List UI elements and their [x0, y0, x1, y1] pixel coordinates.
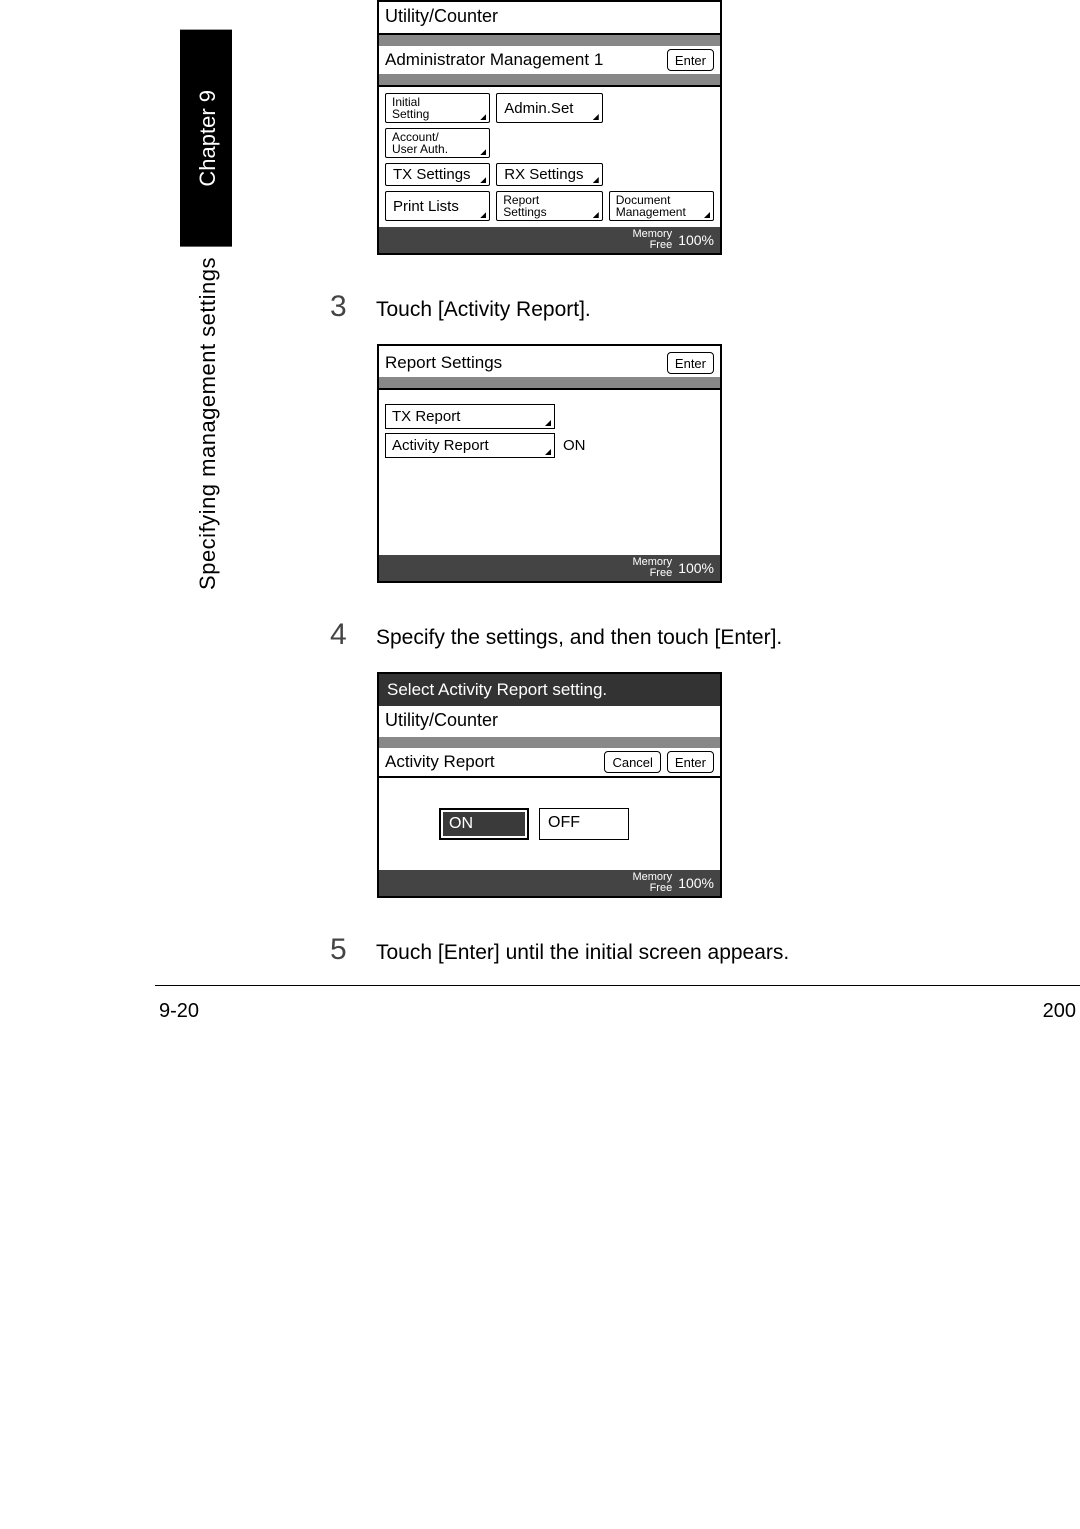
- cancel-button[interactable]: Cancel: [604, 751, 660, 773]
- screen3-title: Utility/Counter: [379, 706, 720, 737]
- step-text: Specify the settings, and then touch [En…: [376, 626, 782, 650]
- divider: [379, 377, 720, 388]
- screen1-header-row: Administrator Management 1 Enter: [379, 46, 720, 74]
- label-line: User Auth.: [392, 143, 448, 155]
- document-management-button[interactable]: Document Management: [609, 191, 714, 221]
- label-line: Free: [632, 883, 672, 894]
- memory-percent: 100%: [678, 875, 714, 891]
- tx-report-button[interactable]: TX Report: [385, 404, 555, 429]
- step-4: 4 Specify the settings, and then touch […: [330, 618, 1050, 652]
- label-line: Free: [632, 240, 672, 251]
- footer-rule: [155, 985, 1080, 986]
- initial-setting-button[interactable]: Initial Setting: [385, 93, 490, 123]
- section-label: Specifying management settings: [180, 247, 232, 600]
- side-tab: Chapter 9 Specifying management settings: [180, 30, 232, 600]
- label-line: Free: [632, 568, 672, 579]
- step-3: 3 Touch [Activity Report].: [330, 290, 1050, 324]
- chapter-label: Chapter 9: [180, 30, 232, 247]
- main-content: Utility/Counter Administrator Management…: [330, 0, 1050, 987]
- screen-activity-report: Select Activity Report setting. Utility/…: [377, 672, 722, 898]
- step-number: 5: [330, 933, 354, 967]
- enter-button[interactable]: Enter: [667, 49, 714, 71]
- enter-button[interactable]: Enter: [667, 352, 714, 374]
- page-number-left: 9-20: [159, 1000, 199, 1023]
- memory-free-label: Memory Free: [632, 229, 672, 251]
- screen3-header: Activity Report: [385, 752, 495, 772]
- admin-set-button[interactable]: Admin.Set: [496, 93, 602, 123]
- screen2-title: Report Settings: [385, 353, 502, 373]
- report-settings-button[interactable]: Report Settings: [496, 191, 602, 221]
- step-5: 5 Touch [Enter] until the initial screen…: [330, 933, 1050, 967]
- screen1-footer: Memory Free 100%: [379, 227, 720, 253]
- step-number: 4: [330, 618, 354, 652]
- memory-free-label: Memory Free: [632, 872, 672, 894]
- activity-report-button[interactable]: Activity Report: [385, 433, 555, 458]
- page-number-right: 200: [1043, 1000, 1076, 1023]
- label-line: Setting: [392, 108, 429, 120]
- divider: [379, 737, 720, 748]
- account-user-auth-button[interactable]: Account/ User Auth.: [385, 128, 490, 158]
- step-number: 3: [330, 290, 354, 324]
- print-lists-button[interactable]: Print Lists: [385, 191, 490, 221]
- screen2-body: TX Report Activity Report ON: [379, 390, 720, 555]
- step-text: Touch [Activity Report].: [376, 298, 591, 322]
- instruction-bar: Select Activity Report setting.: [379, 674, 720, 706]
- page-footer: 9-20 200: [155, 1000, 1080, 1023]
- admin-button-grid: Initial Setting Admin.Set Account/ User …: [379, 87, 720, 227]
- divider: [379, 74, 720, 85]
- screen2-header-row: Report Settings Enter: [379, 346, 720, 377]
- activity-report-state: ON: [563, 437, 586, 454]
- screen3-header-row: Activity Report Cancel Enter: [379, 748, 720, 776]
- off-toggle[interactable]: OFF: [539, 808, 629, 840]
- memory-free-label: Memory Free: [632, 557, 672, 579]
- screen1-title: Utility/Counter: [379, 2, 720, 35]
- rx-settings-button[interactable]: RX Settings: [496, 163, 602, 186]
- divider: [379, 35, 720, 46]
- screen1-header: Administrator Management 1: [385, 50, 603, 70]
- screen-report-settings: Report Settings Enter TX Report Activity…: [377, 344, 722, 583]
- label-line: Management: [616, 206, 686, 218]
- enter-button[interactable]: Enter: [667, 751, 714, 773]
- screen-admin-management: Utility/Counter Administrator Management…: [377, 0, 722, 255]
- screen2-footer: Memory Free 100%: [379, 555, 720, 581]
- step-text: Touch [Enter] until the initial screen a…: [376, 941, 789, 965]
- memory-percent: 100%: [678, 560, 714, 576]
- toggle-row: ON OFF: [379, 778, 720, 870]
- on-toggle[interactable]: ON: [439, 808, 529, 840]
- tx-settings-button[interactable]: TX Settings: [385, 163, 490, 186]
- label-line: Settings: [503, 206, 546, 218]
- memory-percent: 100%: [678, 232, 714, 248]
- screen3-footer: Memory Free 100%: [379, 870, 720, 896]
